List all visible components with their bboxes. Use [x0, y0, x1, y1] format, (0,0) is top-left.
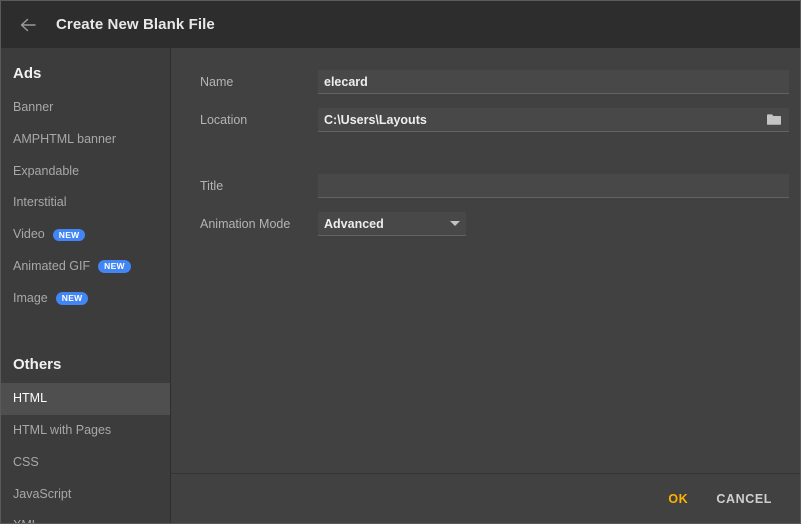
cancel-button[interactable]: CANCEL [706, 486, 782, 512]
sidebar-item-label: Video [13, 227, 45, 241]
form-row-location: Location C:\Users\Layouts [200, 108, 789, 132]
sidebar-item-label: XML [13, 518, 39, 523]
sidebar-group-header-others: Others [13, 356, 62, 374]
name-input[interactable]: elecard [318, 70, 789, 94]
new-file-form: Name elecard Location C:\Users\Layouts T… [171, 48, 800, 473]
sidebar-group-spacer [1, 314, 170, 348]
dialog-titlebar: Create New Blank File [1, 1, 800, 48]
sidebar-item-animated-gif[interactable]: Animated GIF NEW [1, 251, 170, 283]
dialog-body: Ads Banner AMPHTML banner Expandable Int… [1, 48, 800, 523]
sidebar-item-banner[interactable]: Banner [1, 92, 170, 124]
sidebar-item-xml[interactable]: XML [1, 510, 170, 523]
form-row-name: Name elecard [200, 70, 789, 94]
sidebar-item-label: Banner [13, 100, 54, 114]
sidebar-item-label: Image [13, 290, 48, 305]
sidebar-item-label: HTML with Pages [13, 423, 112, 437]
sidebar-item-label: JavaScript [13, 486, 72, 501]
folder-icon[interactable] [765, 112, 783, 127]
title-input[interactable] [318, 174, 789, 198]
title-label: Title [200, 179, 224, 193]
location-label: Location [200, 113, 248, 127]
animation-mode-label: Animation Mode [200, 217, 291, 231]
sidebar-item-css[interactable]: CSS [1, 447, 170, 479]
sidebar-item-html-with-pages[interactable]: HTML with Pages [1, 415, 170, 447]
chevron-down-icon [450, 221, 460, 226]
form-row-title: Title [200, 174, 789, 198]
dialog-footer: OK CANCEL [171, 473, 800, 523]
sidebar-item-label: Animated GIF [13, 258, 91, 273]
sidebar-item-label: Interstitial [13, 195, 67, 210]
sidebar-item-label: HTML [13, 391, 48, 406]
ok-button[interactable]: OK [658, 486, 698, 512]
name-input-value: elecard [324, 74, 368, 89]
dialog-content: Name elecard Location C:\Users\Layouts T… [171, 48, 800, 523]
sidebar-item-label: Expandable [13, 163, 80, 178]
sidebar-item-video[interactable]: Video NEW [1, 219, 170, 251]
sidebar-item-amphtml-banner[interactable]: AMPHTML banner [1, 124, 170, 156]
location-input[interactable]: C:\Users\Layouts [318, 108, 789, 132]
sidebar-item-image[interactable]: Image NEW [1, 283, 170, 315]
sidebar-item-javascript[interactable]: JavaScript [1, 479, 170, 511]
page-title: Create New Blank File [56, 16, 215, 33]
create-new-blank-file-dialog: Create New Blank File Ads Banner AMPHTML… [0, 0, 801, 524]
animation-mode-value: Advanced [324, 216, 384, 231]
new-badge: NEW [52, 228, 86, 242]
sidebar-item-interstitial[interactable]: Interstitial [1, 187, 170, 219]
template-category-sidebar[interactable]: Ads Banner AMPHTML banner Expandable Int… [1, 48, 171, 523]
back-button[interactable] [11, 8, 45, 42]
sidebar-group-header-ads: Ads [13, 65, 42, 82]
arrow-left-icon [17, 14, 39, 36]
sidebar-item-label: AMPHTML banner [13, 131, 117, 146]
sidebar-item-html[interactable]: HTML [1, 383, 170, 415]
animation-mode-select[interactable]: Advanced [318, 212, 466, 236]
sidebar-item-label: CSS [13, 454, 39, 469]
form-row-animation-mode: Animation Mode Advanced [200, 212, 789, 236]
location-input-value: C:\Users\Layouts [324, 112, 427, 127]
new-badge: NEW [98, 260, 131, 273]
sidebar-item-expandable[interactable]: Expandable [1, 156, 170, 188]
new-badge: NEW [55, 292, 89, 305]
name-label: Name [200, 75, 234, 89]
